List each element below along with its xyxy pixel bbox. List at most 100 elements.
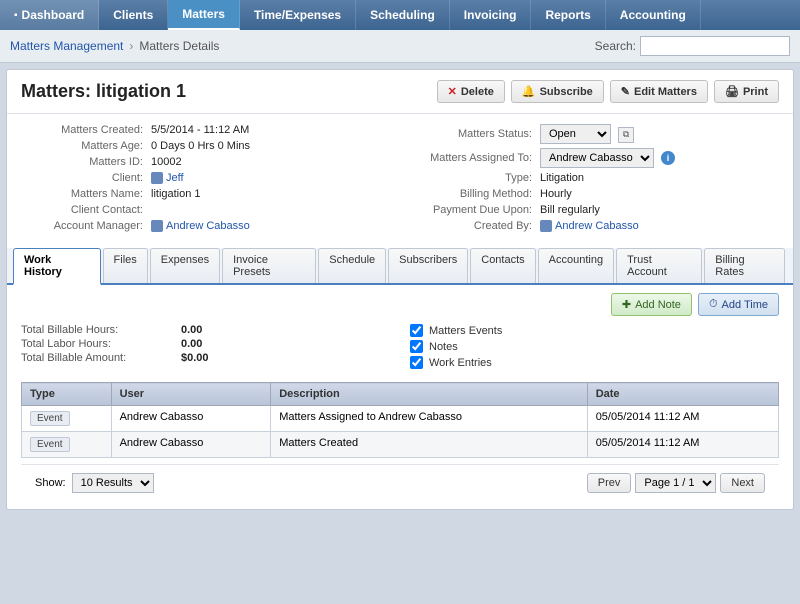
search-label: Search: <box>595 39 636 53</box>
col-user: User <box>111 383 271 406</box>
client-row: Client: Jeff <box>21 172 390 184</box>
nav-scheduling[interactable]: Scheduling <box>356 0 450 30</box>
contact-row: Client Contact: <box>21 204 390 216</box>
nav-dashboard[interactable]: ▪ Dashboard <box>0 0 99 30</box>
nav-accounting[interactable]: Accounting <box>606 0 701 30</box>
prev-button[interactable]: Prev <box>587 473 632 493</box>
notes-checkbox[interactable] <box>410 340 423 353</box>
work-history-table: Type User Description Date Event Andrew … <box>21 382 779 458</box>
col-date: Date <box>587 383 778 406</box>
nav-clients[interactable]: Clients <box>99 0 168 30</box>
breadcrumb: Matters Management › Matters Details <box>10 39 219 53</box>
client-value[interactable]: Jeff <box>151 172 184 184</box>
search-input[interactable] <box>640 36 790 56</box>
matter-name-row: Matters Name: litigation 1 <box>21 188 390 200</box>
status-label: Matters Status: <box>410 128 540 140</box>
tab-expenses[interactable]: Expenses <box>150 248 220 283</box>
nav-reports[interactable]: Reports <box>531 0 605 30</box>
page-nav: Prev Page 1 / 1 Next <box>587 473 765 493</box>
breadcrumb-parent[interactable]: Matters Management <box>10 39 123 53</box>
matters-events-row: Matters Events <box>410 324 779 337</box>
tab-trust-account[interactable]: Trust Account <box>616 248 702 283</box>
labor-hours-value: 0.00 <box>181 338 202 350</box>
labor-hours-row: Total Labor Hours: 0.00 <box>21 338 390 350</box>
tab-work-history[interactable]: Work History <box>13 248 101 285</box>
next-button[interactable]: Next <box>720 473 765 493</box>
row2-type: Event <box>22 432 112 458</box>
assigned-value: Andrew Cabasso i <box>540 148 675 168</box>
age-label: Matters Age: <box>21 140 151 152</box>
matters-events-label: Matters Events <box>429 325 502 337</box>
subscribe-button[interactable]: 🔔 Subscribe <box>511 80 604 103</box>
row1-date: 05/05/2014 11:12 AM <box>587 406 778 432</box>
row1-user: Andrew Cabasso <box>111 406 271 432</box>
id-row: Matters ID: 10002 <box>21 156 390 168</box>
show-label: Show: <box>35 477 66 489</box>
tab-schedule[interactable]: Schedule <box>318 248 386 283</box>
tab-files[interactable]: Files <box>103 248 148 283</box>
billing-row: Billing Method: Hourly <box>410 188 779 200</box>
status-row: Matters Status: Open Closed Pending ⧉ <box>410 124 779 144</box>
labor-hours-label: Total Labor Hours: <box>21 338 181 350</box>
action-buttons: ✕ Delete 🔔 Subscribe ✎ Edit Matters 🖨 Pr… <box>437 80 779 103</box>
billable-hours-row: Total Billable Hours: 0.00 <box>21 324 390 336</box>
created-by-value[interactable]: Andrew Cabasso <box>540 220 639 232</box>
table-row: Event Andrew Cabasso Matters Created 05/… <box>22 432 779 458</box>
add-time-button[interactable]: ⏱ Add Time <box>698 293 779 316</box>
nav-invoicing[interactable]: Invoicing <box>450 0 532 30</box>
nav-time-expenses[interactable]: Time/Expenses <box>240 0 356 30</box>
tab-accounting[interactable]: Accounting <box>538 248 614 283</box>
matter-title: Matters: litigation 1 <box>21 81 186 102</box>
work-entries-label: Work Entries <box>429 357 492 369</box>
copy-status-icon[interactable]: ⧉ <box>618 127 634 143</box>
row2-description: Matters Created <box>271 432 587 458</box>
filter-checkboxes: Matters Events Notes Work Entries <box>390 324 779 372</box>
tab-subscribers[interactable]: Subscribers <box>388 248 468 283</box>
type-value: Litigation <box>540 172 584 184</box>
edit-icon: ✎ <box>621 85 630 98</box>
created-row: Matters Created: 5/5/2014 - 11:12 AM <box>21 124 390 136</box>
payment-value: Bill regularly <box>540 204 600 216</box>
show-select-area: Show: 10 Results 25 Results 50 Results <box>35 473 154 493</box>
status-select[interactable]: Open Closed Pending <box>540 124 611 144</box>
add-note-button[interactable]: ✚ Add Note <box>611 293 692 316</box>
delete-icon: ✕ <box>448 85 457 98</box>
row2-user: Andrew Cabasso <box>111 432 271 458</box>
manager-value[interactable]: Andrew Cabasso <box>151 220 250 232</box>
details-section: Matters Created: 5/5/2014 - 11:12 AM Mat… <box>7 114 793 242</box>
edit-matters-button[interactable]: ✎ Edit Matters <box>610 80 708 103</box>
results-per-page-select[interactable]: 10 Results 25 Results 50 Results <box>72 473 154 493</box>
delete-button[interactable]: ✕ Delete <box>437 80 505 103</box>
breadcrumb-separator: › <box>129 39 133 53</box>
main-content: Matters: litigation 1 ✕ Delete 🔔 Subscri… <box>6 69 794 510</box>
client-label: Client: <box>21 172 151 184</box>
info-icon[interactable]: i <box>661 151 675 165</box>
nav-matters[interactable]: Matters <box>168 0 240 30</box>
billable-hours-label: Total Billable Hours: <box>21 324 181 336</box>
billing-value: Hourly <box>540 188 572 200</box>
work-entries-checkbox[interactable] <box>410 356 423 369</box>
client-user-icon <box>151 172 163 184</box>
row2-date: 05/05/2014 11:12 AM <box>587 432 778 458</box>
print-icon: 🖨 <box>725 85 739 98</box>
tab-billing-rates[interactable]: Billing Rates <box>704 248 785 283</box>
top-nav: ▪ Dashboard Clients Matters Time/Expense… <box>0 0 800 30</box>
billable-hours-value: 0.00 <box>181 324 202 336</box>
payment-row: Payment Due Upon: Bill regularly <box>410 204 779 216</box>
matter-name-value: litigation 1 <box>151 188 201 200</box>
tab-invoice-presets[interactable]: Invoice Presets <box>222 248 316 283</box>
matters-events-checkbox[interactable] <box>410 324 423 337</box>
id-label: Matters ID: <box>21 156 151 168</box>
tab-contacts[interactable]: Contacts <box>470 248 535 283</box>
page-select[interactable]: Page 1 / 1 <box>635 473 716 493</box>
notes-label: Notes <box>429 341 458 353</box>
table-row: Event Andrew Cabasso Matters Assigned to… <box>22 406 779 432</box>
manager-row: Account Manager: Andrew Cabasso <box>21 220 390 232</box>
assigned-select[interactable]: Andrew Cabasso <box>540 148 654 168</box>
print-button[interactable]: 🖨 Print <box>714 80 779 103</box>
type-row: Type: Litigation <box>410 172 779 184</box>
work-entries-row: Work Entries <box>410 356 779 369</box>
notes-row: Notes <box>410 340 779 353</box>
age-value: 0 Days 0 Hrs 0 Mins <box>151 140 250 152</box>
work-area: ✚ Add Note ⏱ Add Time Total Billable Hou… <box>7 285 793 509</box>
